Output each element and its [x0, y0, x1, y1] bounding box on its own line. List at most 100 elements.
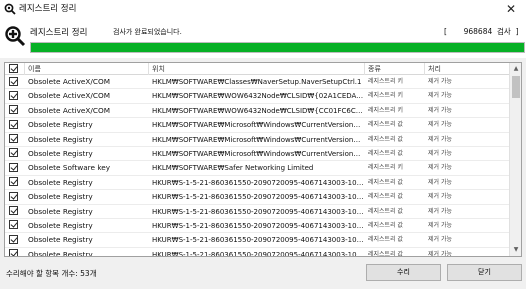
window-title: 레지스트리 정리 [19, 4, 77, 14]
row-location: HKLM₩SOFTWARE₩WOW6432Node₩CLSID₩{02A1CED… [152, 92, 365, 101]
table-row[interactable]: Obsolete ActiveX/COM HKLM₩SOFTWARE₩WOW643… [5, 89, 510, 104]
row-checkbox-cell[interactable] [5, 75, 25, 89]
row-checkbox[interactable] [9, 148, 18, 158]
column-header-type[interactable]: 종류 [365, 63, 425, 75]
table-row[interactable]: Obsolete ActiveX/COM HKLM₩SOFTWARE₩WOW643… [5, 104, 510, 119]
row-name: Obsolete Software key [28, 163, 111, 173]
row-action: 제거 가능 [428, 92, 452, 100]
row-type: 레지스트리 키 [368, 92, 404, 100]
table-row[interactable]: Obsolete Registry HKUR₩S-1-5-21-860361550… [5, 248, 510, 257]
row-checkbox-cell[interactable] [5, 176, 25, 190]
row-checkbox[interactable] [9, 90, 18, 100]
progress-fill [31, 43, 524, 52]
row-checkbox[interactable] [9, 76, 18, 86]
table-row[interactable]: Obsolete Registry HKLM₩SOFTWARE₩Microsoft… [5, 147, 510, 162]
results-table: 이름 위치 종류 처리 Obsolete ActiveX/COM HKLM₩SOF… [4, 62, 522, 257]
row-action: 제거 가능 [428, 135, 452, 143]
row-checkbox[interactable] [9, 162, 18, 172]
row-action: 제거 가능 [428, 236, 452, 244]
row-checkbox-cell[interactable] [5, 233, 25, 247]
row-checkbox[interactable] [9, 119, 18, 129]
table-row[interactable]: Obsolete Registry HKLM₩SOFTWARE₩Microsoft… [5, 118, 510, 133]
table-row[interactable]: Obsolete Registry HKUR₩S-1-5-21-860361550… [5, 233, 510, 248]
section-title: 레지스트리 정리 [30, 28, 88, 38]
close-window-button[interactable]: ✕ [496, 0, 526, 18]
row-name: Obsolete Registry [28, 249, 93, 257]
row-name: Obsolete Registry [28, 134, 93, 144]
row-checkbox-cell[interactable] [5, 190, 25, 204]
row-location: HKUR₩S-1-5-21-860361550-2090720095-40671… [152, 207, 365, 216]
fix-button[interactable]: 수리 [366, 264, 441, 281]
table-row[interactable]: Obsolete Registry HKUR₩S-1-5-21-860361550… [5, 176, 510, 191]
close-button[interactable]: 닫기 [447, 264, 522, 281]
row-type: 레지스트리 값 [368, 121, 404, 129]
row-checkbox[interactable] [9, 249, 18, 256]
row-action: 제거 가능 [428, 207, 452, 215]
row-checkbox-cell[interactable] [5, 133, 25, 147]
row-location: HKUR₩S-1-5-21-860361550-2090720095-40671… [152, 236, 365, 245]
row-checkbox-cell[interactable] [5, 248, 25, 256]
row-location: HKLM₩SOFTWARE₩Microsoft₩Windows₩CurrentV… [152, 121, 365, 130]
row-checkbox-cell[interactable] [5, 219, 25, 233]
row-name: Obsolete Registry [28, 206, 93, 216]
select-all-checkbox[interactable] [9, 63, 18, 73]
row-checkbox-cell[interactable] [5, 104, 25, 118]
title-bar: 레지스트리 정리 ✕ [0, 0, 526, 18]
table-row[interactable]: Obsolete Registry HKUR₩S-1-5-21-860361550… [5, 219, 510, 234]
row-location: HKLM₩SOFTWARE₩WOW6432Node₩CLSID₩{CC01FC6… [152, 106, 365, 115]
header-panel: 레지스트리 정리 검사가 완료되었습니다. [ 968684 검사 ] [0, 18, 526, 58]
row-location: HKLM₩SOFTWARE₩Safer Networking Limited [152, 164, 314, 173]
scroll-thumb[interactable] [512, 76, 520, 98]
close-icon[interactable]: ✕ [506, 2, 516, 16]
row-type: 레지스트리 키 [368, 78, 404, 85]
row-action: 제거 가능 [428, 164, 452, 172]
row-name: Obsolete Registry [28, 235, 93, 245]
table-row[interactable]: Obsolete Registry HKUR₩S-1-5-21-860361550… [5, 190, 510, 205]
table-row[interactable]: Obsolete Registry HKLM₩SOFTWARE₩Microsoft… [5, 133, 510, 147]
row-checkbox-cell[interactable] [5, 118, 25, 132]
column-header-action[interactable]: 처리 [425, 63, 510, 75]
row-checkbox[interactable] [9, 177, 18, 187]
row-checkbox[interactable] [9, 105, 18, 115]
table-header: 이름 위치 종류 처리 [5, 63, 510, 75]
column-header-name[interactable]: 이름 [25, 63, 149, 75]
row-checkbox[interactable] [9, 191, 18, 201]
table-row[interactable]: Obsolete Registry HKUR₩S-1-5-21-860361550… [5, 205, 510, 219]
row-action: 제거 가능 [428, 106, 452, 114]
scan-progress-bar [30, 42, 525, 53]
row-action: 제거 가능 [428, 149, 452, 157]
row-name: Obsolete Registry [28, 192, 93, 202]
row-type: 레지스트리 값 [368, 193, 404, 201]
row-name: Obsolete Registry [28, 177, 93, 187]
row-location: HKLM₩SOFTWARE₩Classes₩NaverSetup.NaverSe… [152, 78, 362, 86]
column-header-location[interactable]: 위치 [149, 63, 365, 75]
row-type: 레지스트리 값 [368, 250, 404, 257]
row-location: HKUR₩S-1-5-21-860361550-2090720095-40671… [152, 193, 365, 202]
row-type: 레지스트리 값 [368, 221, 404, 229]
row-type: 레지스트리 값 [368, 149, 404, 157]
row-checkbox-cell[interactable] [5, 161, 25, 175]
scroll-up-icon[interactable]: ▲ [510, 63, 521, 75]
magnifier-app-icon [4, 3, 16, 15]
row-checkbox-cell[interactable] [5, 205, 25, 219]
table-row[interactable]: Obsolete ActiveX/COM HKLM₩SOFTWARE₩Classe… [5, 75, 510, 90]
scan-counter: [ 968684 검사 ] [444, 27, 519, 36]
row-action: 제거 가능 [428, 121, 452, 129]
row-location: HKLM₩SOFTWARE₩Microsoft₩Windows₩CurrentV… [152, 149, 365, 158]
header-select-all[interactable] [5, 63, 25, 75]
row-location: HKUR₩S-1-5-21-860361550-2090720095-40671… [152, 221, 365, 230]
row-checkbox-cell[interactable] [5, 89, 25, 103]
row-checkbox[interactable] [9, 206, 18, 216]
items-to-fix-count: 수리해야 할 항목 개수: 53개 [6, 269, 97, 278]
row-checkbox[interactable] [9, 134, 18, 144]
vertical-scrollbar[interactable]: ▲ ▼ [509, 63, 521, 256]
table-row[interactable]: Obsolete Software key HKLM₩SOFTWARE₩Safer… [5, 161, 510, 176]
scroll-down-icon[interactable]: ▼ [510, 244, 521, 256]
row-checkbox[interactable] [9, 234, 18, 244]
row-name: Obsolete ActiveX/COM [28, 105, 110, 115]
row-name: Obsolete Registry [28, 220, 93, 230]
row-type: 레지스트리 값 [368, 207, 404, 215]
row-checkbox[interactable] [9, 220, 18, 230]
row-checkbox-cell[interactable] [5, 147, 25, 161]
row-action: 제거 가능 [428, 78, 452, 85]
